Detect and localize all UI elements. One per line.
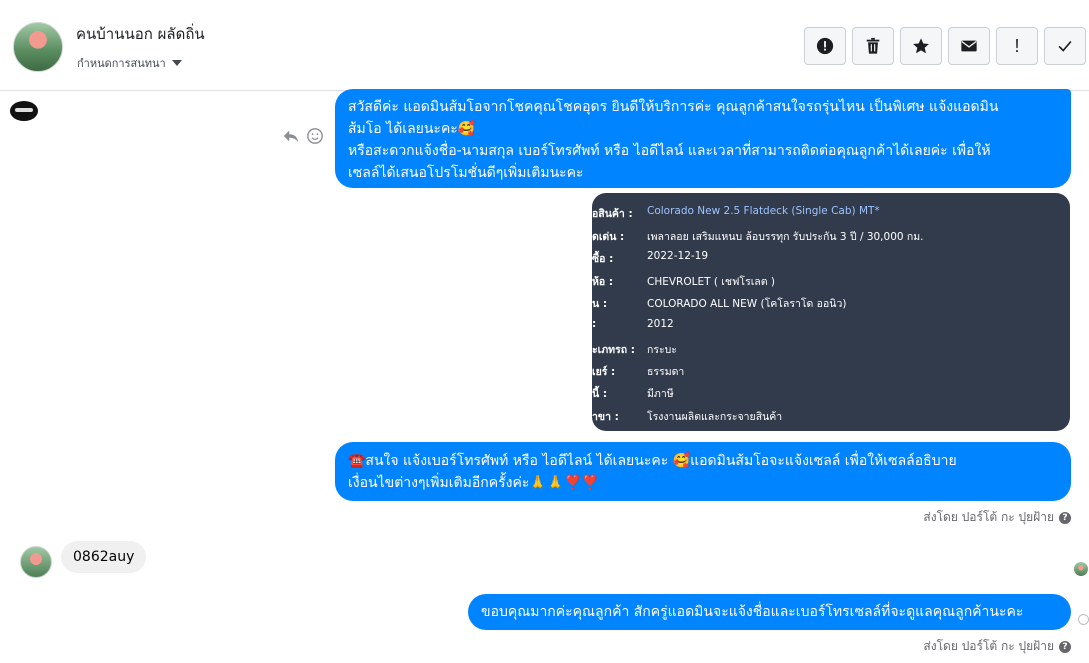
message-text-line: หรือสะดวกแจ้งชื่อ-นามสกุล เบอร์โทรศัพท์ … [348, 143, 991, 159]
help-icon[interactable]: ? [1059, 511, 1071, 524]
card-row: นี้ : มีภาษี [592, 388, 674, 400]
star-icon [913, 38, 929, 54]
card-row: เยร์ : ธรรมดา [592, 366, 685, 378]
message-actions [282, 127, 324, 145]
contact-name[interactable]: คนบ้านนอก ผลัดถิ่น [76, 22, 205, 46]
page-logo [10, 101, 38, 121]
caret-down-icon [171, 60, 182, 66]
alert-circle-icon [816, 37, 834, 55]
envelope-icon [961, 40, 977, 52]
outgoing-message: สวัสดีค่ะ แอดมินส้มโอจากโชคคุณโชคอุดร ยิ… [335, 89, 1071, 188]
card-row: น : COLORADO ALL NEW (โคโลราโด ออนิว) [592, 298, 847, 310]
check-icon [1058, 40, 1072, 52]
card-row: อสินค้า : Colorado New 2.5 Flatdeck (Sing… [592, 205, 880, 220]
assign-conversation-dropdown[interactable]: กำหนดการสนทนา [77, 54, 182, 72]
message-bubble[interactable]: 0862auy [61, 541, 147, 573]
emoji-reaction-icon[interactable] [306, 127, 324, 145]
star-button[interactable] [900, 27, 942, 65]
incoming-message: 0862auy [61, 541, 147, 573]
outgoing-message: ☎️สนใจ แจ้งเบอร์โทรศัพท์ หรือ ไอดีไลน์ ไ… [335, 442, 1071, 501]
message-bubble[interactable]: ☎️สนใจ แจ้งเบอร์โทรศัพท์ หรือ ไอดีไลน์ ไ… [335, 442, 1071, 501]
conversation-header: คนบ้านนอก ผลัดถิ่น กำหนดการสนทนา ! [0, 0, 1089, 91]
message-text-line: ส้มโอ ได้เลยนะคะ🥰 [348, 121, 476, 137]
message-bubble[interactable]: สวัสดีค่ะ แอดมินส้มโอจากโชคคุณโชคอุดร ยิ… [335, 89, 1071, 188]
product-info-image[interactable]: อสินค้า : Colorado New 2.5 Flatdeck (Sing… [592, 193, 1070, 431]
mark-unread-button[interactable] [948, 27, 990, 65]
seen-avatar [1074, 562, 1088, 576]
contact-avatar[interactable] [13, 22, 63, 72]
message-text-line: เซลล์ได้เสนอโปรโมชั่นดีๆเพิ่มเติมนะคะ [348, 165, 584, 181]
conversation-toolbar: ! [804, 27, 1086, 65]
message-text-line: ☎️สนใจ แจ้งเบอร์โทรศัพท์ หรือ ไอดีไลน์ ไ… [348, 453, 957, 469]
sent-by-label: ส่งโดย ปอร์โต้ กะ ปุยฝ้าย ? [923, 637, 1071, 656]
card-row: ะเภทรถ : กระบะ [592, 344, 677, 356]
mark-done-button[interactable] [1044, 27, 1086, 65]
card-row: ดเด่น : เพลาลอย เสริมแหนบ ล้อบรรทุก รับปร… [592, 231, 924, 243]
mark-spam-button[interactable] [804, 27, 846, 65]
card-row: ห้อ : CHEVROLET ( เชฟโรเลต ) [592, 276, 775, 288]
contact-avatar-small[interactable] [20, 546, 52, 578]
sent-by-label: ส่งโดย ปอร์โต้ กะ ปุยฝ้าย ? [923, 508, 1071, 527]
card-row: ซื้อ :2022-12-19 [592, 250, 709, 265]
message-bubble[interactable]: ขอบคุณมากค่ะคุณลูกค้า สักครู่แอดมินจะแจ้… [468, 594, 1071, 630]
message-text-line: สวัสดีค่ะ แอดมินส้มโอจากโชคคุณโชคอุดร ยิ… [348, 99, 999, 115]
help-icon[interactable]: ? [1059, 640, 1071, 653]
card-row: าขา : โรงงานผลิตและกระจายสินค้า [592, 411, 783, 423]
delivered-icon [1078, 614, 1089, 625]
trash-icon [866, 37, 880, 54]
assign-label: กำหนดการสนทนา [77, 57, 166, 70]
delete-button[interactable] [852, 27, 894, 65]
exclamation-icon: ! [1014, 35, 1020, 56]
reply-icon[interactable] [282, 127, 300, 145]
follow-up-button[interactable]: ! [996, 27, 1038, 65]
card-row: :2012 [592, 318, 674, 330]
outgoing-message: ขอบคุณมากค่ะคุณลูกค้า สักครู่แอดมินจะแจ้… [468, 594, 1071, 630]
message-text-line: เงื่อนไขต่างๆเพิ่มเติมอีกครั้งค่ะ🙏🙏❣️❣️ [348, 475, 600, 491]
